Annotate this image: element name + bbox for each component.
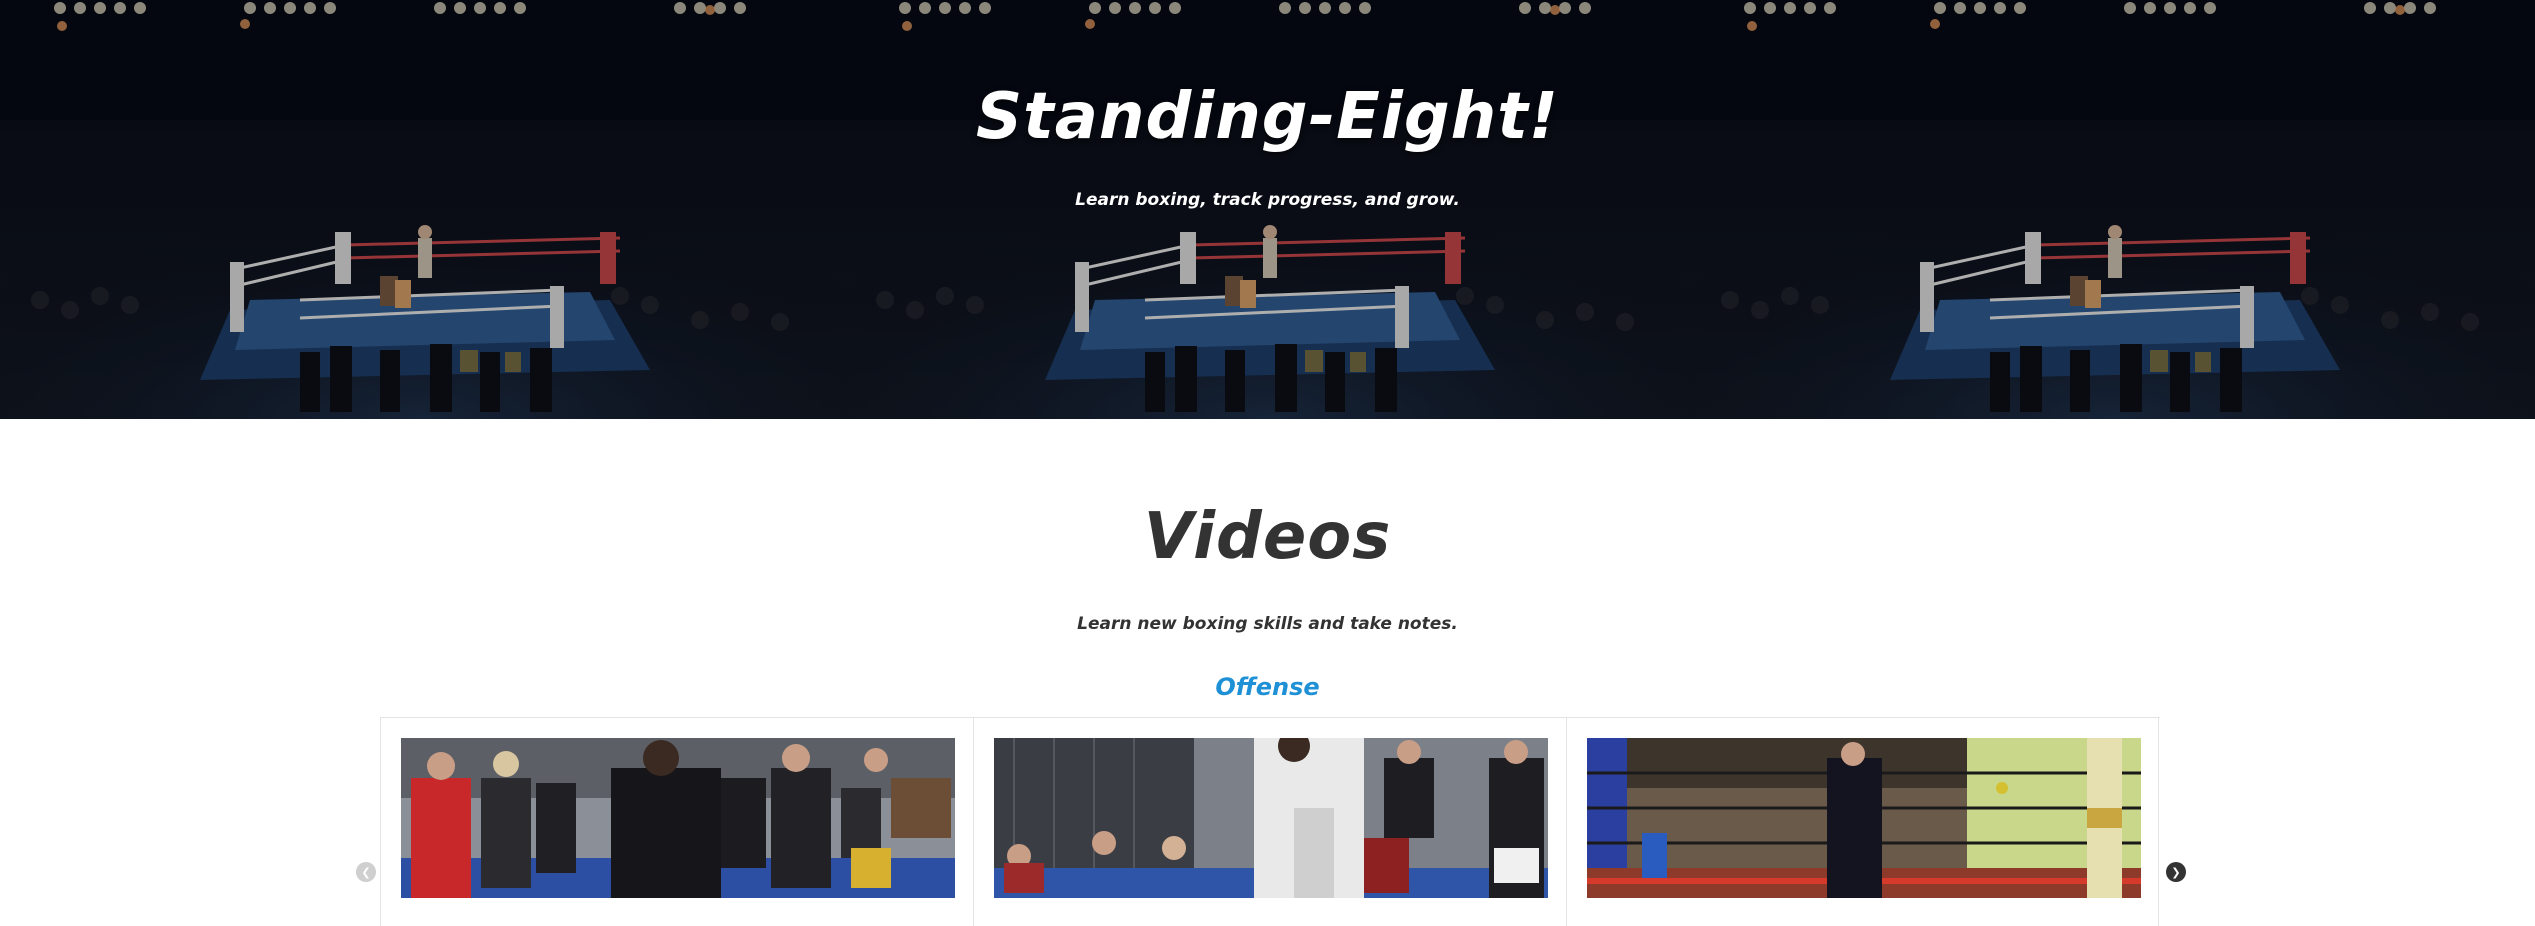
chevron-right-icon: ❯ bbox=[2171, 865, 2181, 879]
hero-banner: Standing-Eight! Learn boxing, track prog… bbox=[0, 0, 2535, 419]
category-heading-offense: Offense bbox=[1215, 673, 1320, 701]
site-tagline: Learn boxing, track progress, and grow. bbox=[1075, 190, 1460, 210]
video-thumbnail[interactable] bbox=[994, 738, 1548, 898]
carousel-prev-button[interactable]: ❮ bbox=[356, 862, 376, 882]
site-title: Standing-Eight! bbox=[976, 80, 1559, 154]
video-card bbox=[1566, 718, 2159, 926]
videos-heading: Videos bbox=[1143, 500, 1392, 574]
video-thumbnail[interactable] bbox=[401, 738, 955, 898]
video-card bbox=[380, 718, 973, 926]
video-card bbox=[973, 718, 1566, 926]
videos-description: Learn new boxing skills and take notes. bbox=[1077, 614, 1458, 634]
video-thumbnail[interactable] bbox=[1587, 738, 2141, 898]
carousel-next-button[interactable]: ❯ bbox=[2166, 862, 2186, 882]
chevron-left-icon: ❮ bbox=[361, 865, 371, 879]
video-carousel bbox=[380, 717, 2160, 926]
carousel-track bbox=[380, 717, 2160, 926]
